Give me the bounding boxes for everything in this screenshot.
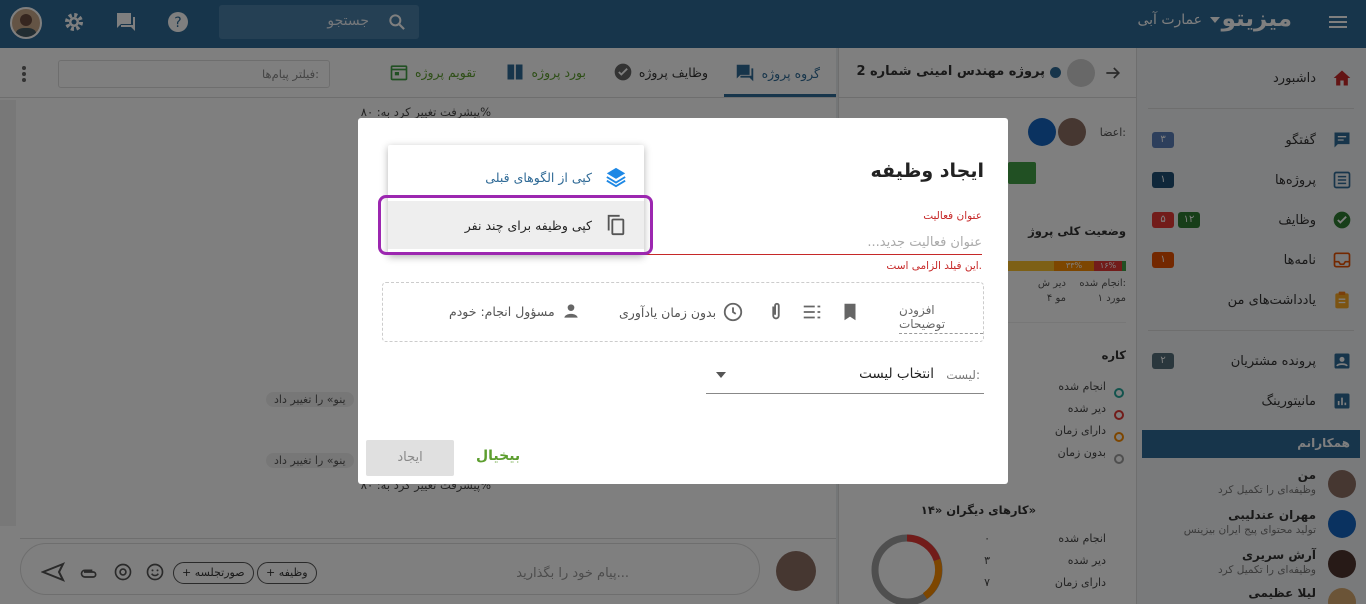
dropdown-caret-icon[interactable] — [716, 372, 726, 378]
assignee-option[interactable]: مسؤول انجام: خودم — [449, 301, 581, 321]
person-icon — [563, 304, 578, 318]
reminder-label: بدون زمان یادآوری — [619, 304, 717, 320]
bookmark-icon[interactable] — [839, 301, 861, 323]
create-button[interactable]: ایجاد — [366, 440, 454, 476]
clock-icon — [723, 302, 743, 322]
reminder-option[interactable]: بدون زمان یادآوری — [619, 301, 744, 323]
highlight-outline — [378, 195, 653, 255]
menu-item-label: کپی از الگوهای قبلی — [485, 169, 592, 185]
menu-item-copy-template[interactable]: کپی از الگوهای قبلی — [388, 153, 644, 201]
list-label: لیست: — [946, 368, 980, 382]
attachment-icon[interactable] — [765, 301, 787, 323]
list-select-value[interactable]: انتخاب لیست — [859, 366, 934, 382]
checklist-icon[interactable] — [801, 301, 823, 323]
task-options-bar: مسؤول انجام: خودم بدون زمان یادآوری افزو… — [382, 282, 984, 342]
layers-icon — [604, 165, 628, 189]
cancel-button[interactable]: بیخیال — [476, 448, 520, 464]
assignee-label: مسؤول انجام: خودم — [449, 303, 555, 319]
list-select-underline — [706, 393, 984, 394]
add-description-link[interactable]: افزودن توضیحات — [899, 303, 983, 334]
field-error: این فیلد الزامی است. — [886, 260, 982, 272]
field-label: عنوان فعالیت — [923, 210, 982, 222]
dialog-title: ایجاد وظیفه — [870, 160, 985, 182]
